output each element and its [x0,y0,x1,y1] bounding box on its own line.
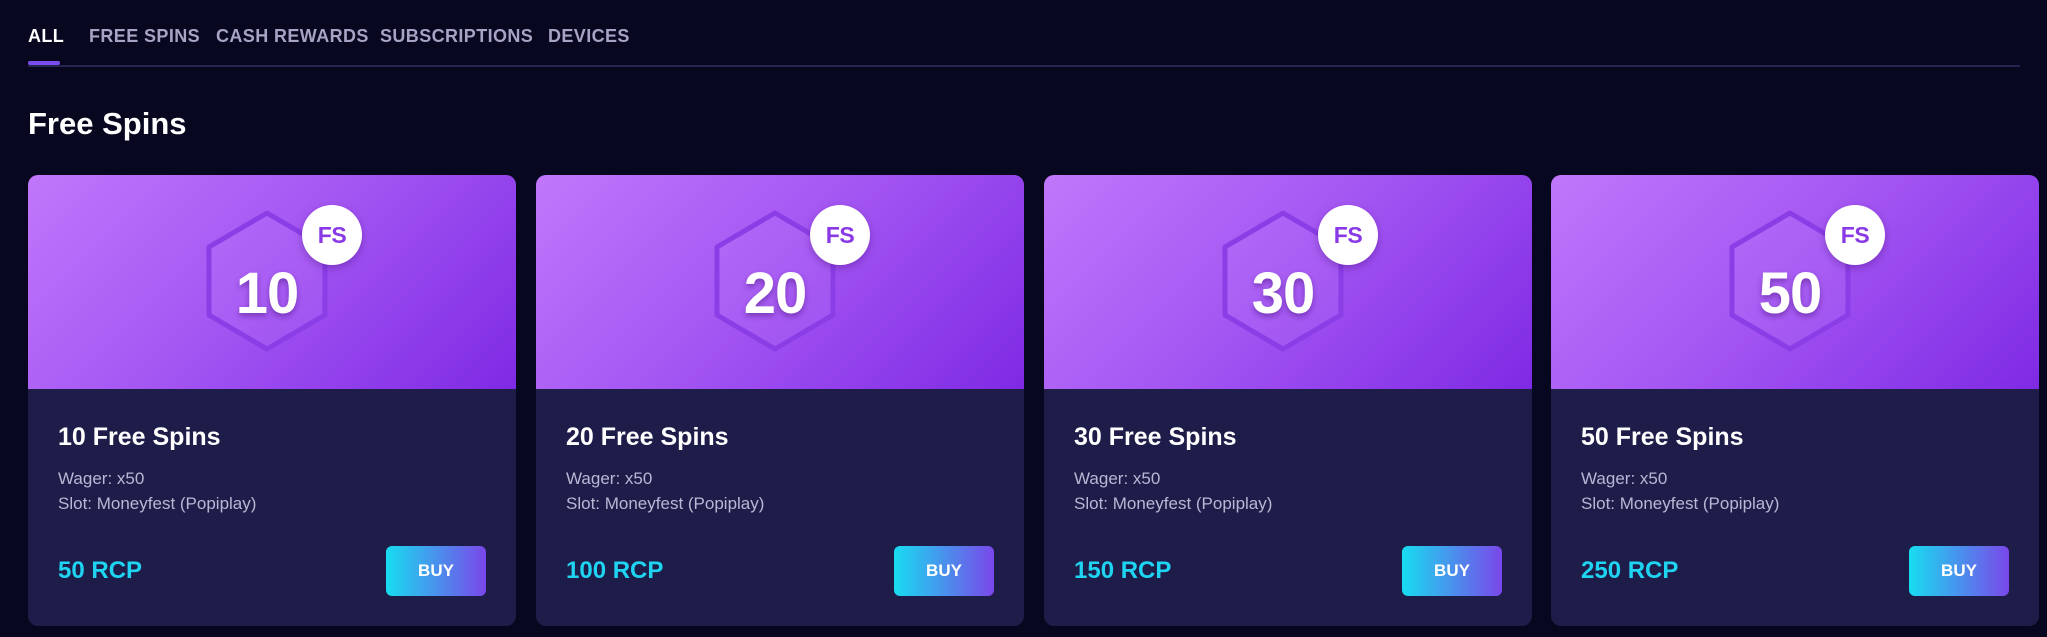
section-title: Free Spins [28,106,187,141]
wager-text: Wager: x50 [1074,469,1161,488]
free-spins-card: 20 FS 20 Free Spins Wager: x50 Slot: Mon… [536,175,1024,626]
free-spins-card: 10 FS 10 Free Spins Wager: x50 Slot: Mon… [28,175,516,626]
buy-button[interactable]: BUY [894,546,994,596]
hero-number: 30 [1251,261,1316,326]
tab-all[interactable]: ALL [28,26,64,47]
free-spins-badge-icon: FS [1825,205,1885,265]
card-hero-image: 30 FS [1044,175,1532,389]
free-spins-badge-icon: FS [810,205,870,265]
hero-art: 30 FS [1218,205,1378,355]
free-spins-card: 30 FS 30 Free Spins Wager: x50 Slot: Mon… [1044,175,1532,626]
slot-text: Slot: Moneyfest (Popiplay) [1074,494,1273,513]
slot-text: Slot: Moneyfest (Popiplay) [58,494,257,513]
tab-free-spins[interactable]: FREE SPINS [89,26,200,47]
free-spins-badge-icon: FS [1318,205,1378,265]
price: 250 RCP [1581,557,1679,584]
wager-text: Wager: x50 [58,469,145,488]
card-hero-image: 50 FS [1551,175,2039,389]
card-title: 50 Free Spins [1581,423,1744,451]
hero-number: 50 [1758,261,1823,326]
card-hero-image: 10 FS [28,175,516,389]
hero-number: 20 [743,261,808,326]
card-hero-image: 20 FS [536,175,1024,389]
tab-cash-rewards[interactable]: CASH REWARDS [216,26,369,47]
hero-number: 10 [235,261,300,326]
hero-art: 50 FS [1725,205,1885,355]
free-spins-card: 50 FS 50 Free Spins Wager: x50 Slot: Mon… [1551,175,2039,626]
category-tabs: ALL FREE SPINS CASH REWARDS SUBSCRIPTION… [28,0,2020,67]
buy-button[interactable]: BUY [1909,546,2009,596]
buy-button[interactable]: BUY [1402,546,1502,596]
slot-text: Slot: Moneyfest (Popiplay) [1581,494,1780,513]
free-spins-badge-icon: FS [302,205,362,265]
price: 100 RCP [566,557,664,584]
active-tab-indicator [28,61,60,65]
tab-devices[interactable]: DEVICES [548,26,630,47]
slot-text: Slot: Moneyfest (Popiplay) [566,494,765,513]
buy-button[interactable]: BUY [386,546,486,596]
price: 50 RCP [58,557,143,584]
card-title: 30 Free Spins [1074,423,1237,451]
wager-text: Wager: x50 [566,469,653,488]
hero-art: 10 FS [202,205,362,355]
card-title: 20 Free Spins [566,423,729,451]
price: 150 RCP [1074,557,1172,584]
hero-art: 20 FS [710,205,870,355]
wager-text: Wager: x50 [1581,469,1668,488]
tab-subscriptions[interactable]: SUBSCRIPTIONS [380,26,533,47]
card-title: 10 Free Spins [58,423,221,451]
